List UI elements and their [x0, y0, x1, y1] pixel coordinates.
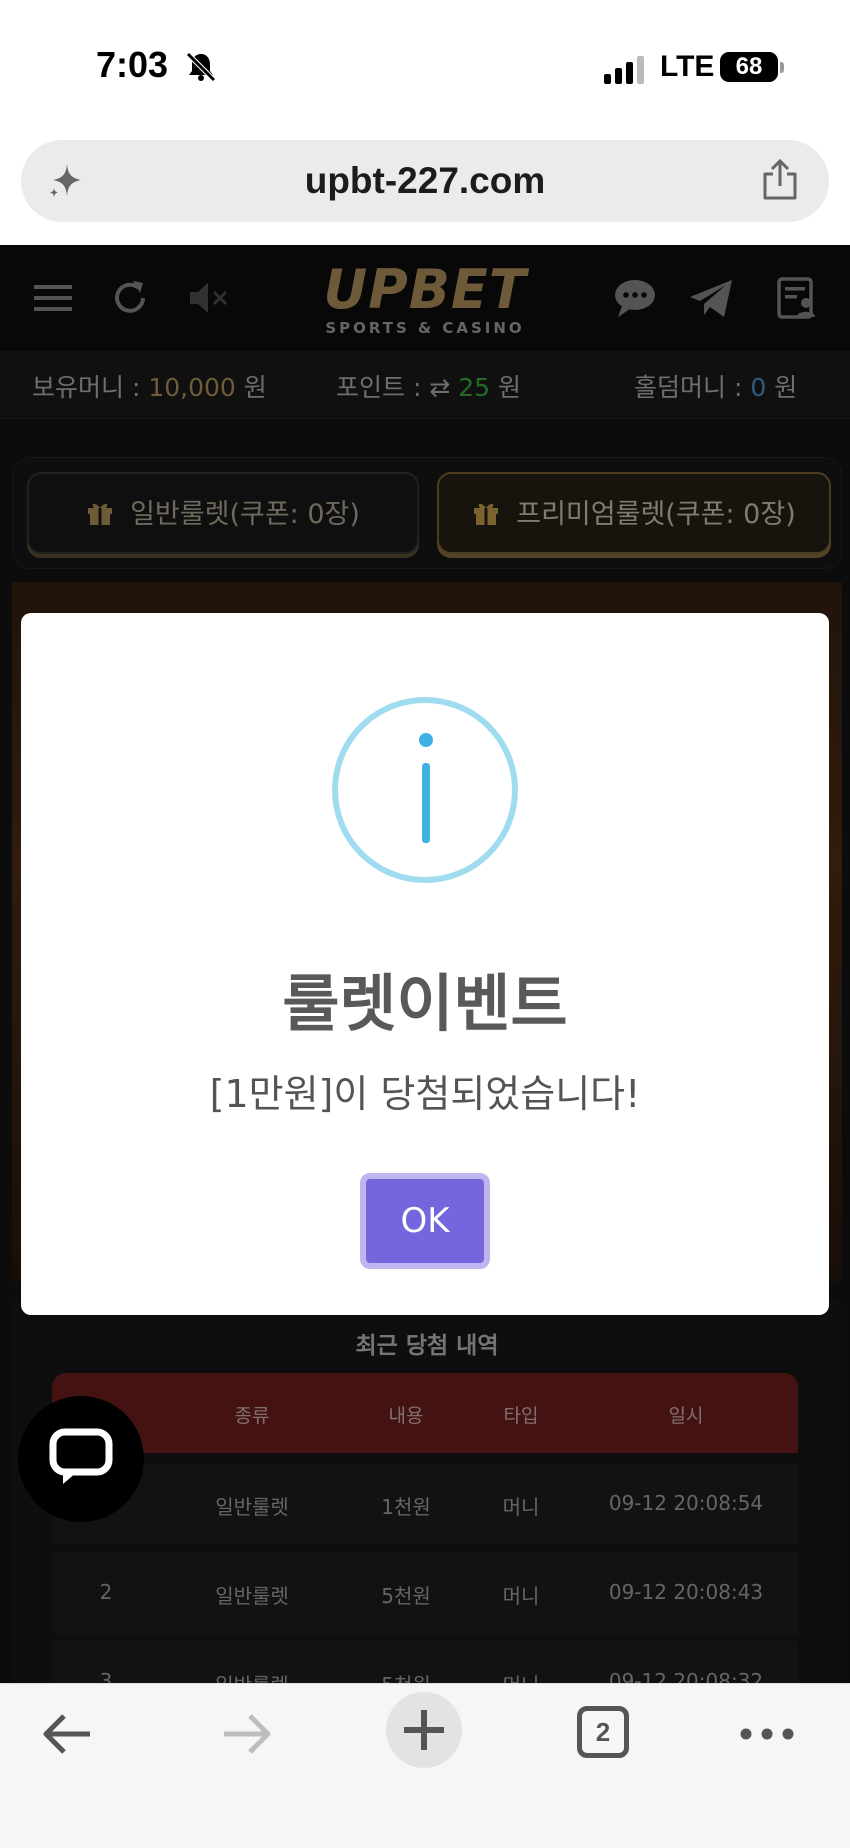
url-text: upbt-227.com — [304, 160, 546, 201]
plus-icon — [404, 1710, 444, 1750]
address-bar[interactable]: upbt-227.com — [21, 140, 829, 222]
chat-bubble-icon — [49, 1428, 113, 1484]
forward-arrow-icon[interactable] — [216, 1704, 276, 1764]
ok-button[interactable]: OK — [360, 1173, 490, 1269]
clock: 7:03 — [96, 44, 169, 85]
info-icon — [332, 697, 518, 883]
share-icon[interactable] — [759, 158, 801, 202]
more-options-icon[interactable] — [740, 1728, 794, 1740]
dialog-message: [1만원]이 당첨되었습니다! — [209, 1072, 641, 1116]
browser-address-area: upbt-227.com — [0, 130, 850, 245]
browser-toolbar: 2 — [0, 1683, 850, 1848]
live-chat-button[interactable] — [18, 1396, 144, 1522]
new-tab-button[interactable] — [386, 1692, 462, 1768]
dialog-title: 룰렛이벤트 — [282, 967, 568, 1040]
signal-icon — [604, 56, 644, 84]
roulette-result-dialog: 룰렛이벤트 [1만원]이 당첨되었습니다! OK — [21, 613, 829, 1315]
battery-icon: 68 — [720, 52, 778, 82]
bell-muted-icon — [186, 52, 216, 82]
status-bar: 7:03 LTE 68 — [0, 0, 850, 130]
back-arrow-icon[interactable] — [38, 1704, 98, 1764]
tabs-button[interactable]: 2 — [577, 1706, 629, 1758]
battery-cap — [780, 62, 784, 73]
network-label: LTE — [660, 50, 715, 83]
